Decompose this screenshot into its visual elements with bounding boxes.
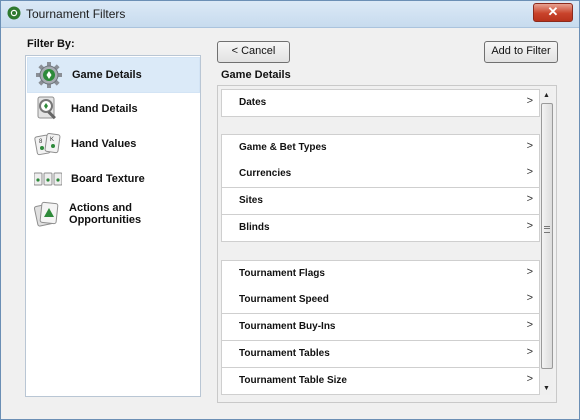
option-label: Blinds xyxy=(239,222,270,233)
option-tournament-speed[interactable]: Tournament Speed > xyxy=(221,287,540,314)
category-label: Game Details xyxy=(72,69,142,81)
option-label: Tournament Table Size xyxy=(239,375,347,386)
action-cards-icon xyxy=(33,200,61,228)
option-dates[interactable]: Dates > xyxy=(221,89,540,117)
option-label: Sites xyxy=(239,195,263,206)
category-label: Hand Details xyxy=(71,103,138,115)
chevron-right-icon: > xyxy=(526,346,533,358)
category-label: Hand Values xyxy=(71,138,137,150)
magnifier-card-icon xyxy=(33,95,63,123)
add-to-filter-button[interactable]: Add to Filter xyxy=(484,41,558,63)
chevron-right-icon: > xyxy=(526,373,533,385)
category-label: Actions and Opportunities xyxy=(69,202,142,226)
chevron-right-icon: > xyxy=(526,266,533,278)
scroll-thumb[interactable] xyxy=(541,103,553,369)
option-label: Game & Bet Types xyxy=(239,142,327,153)
scroll-down-arrow-icon[interactable]: ▼ xyxy=(540,382,553,395)
option-label: Tournament Tables xyxy=(239,348,330,359)
cancel-button[interactable]: < Cancel xyxy=(217,41,290,63)
close-button[interactable]: ✕ xyxy=(533,3,573,22)
filter-by-heading: Filter By: xyxy=(27,38,75,50)
category-board-texture[interactable]: Board Texture xyxy=(27,162,198,196)
option-label: Dates xyxy=(239,97,267,108)
poker-chip-icon xyxy=(7,6,21,20)
playing-cards-icon: 8 K xyxy=(33,130,63,158)
option-label: Tournament Flags xyxy=(239,268,325,279)
chevron-right-icon: > xyxy=(526,140,533,152)
chevron-right-icon: > xyxy=(526,220,533,232)
option-currencies[interactable]: Currencies > xyxy=(221,161,540,188)
option-tournament-flags[interactable]: Tournament Flags > xyxy=(221,260,540,288)
filter-category-list: Game Details Hand Details 8 K Hand Value… xyxy=(25,55,201,397)
board-cards-icon xyxy=(33,165,63,193)
section-title: Game Details xyxy=(221,69,291,81)
option-label: Currencies xyxy=(239,168,292,179)
chevron-right-icon: > xyxy=(526,319,533,331)
category-label: Board Texture xyxy=(71,173,145,185)
chevron-right-icon: > xyxy=(526,193,533,205)
svg-text:K: K xyxy=(50,137,54,143)
option-tournament-tables[interactable]: Tournament Tables > xyxy=(221,341,540,368)
category-game-details[interactable]: Game Details xyxy=(27,57,200,93)
titlebar[interactable]: Tournament Filters ✕ xyxy=(1,1,579,28)
option-label: Tournament Buy-Ins xyxy=(239,321,336,332)
option-label: Tournament Speed xyxy=(239,294,329,305)
chevron-right-icon: > xyxy=(526,166,533,178)
option-tournament-table-size[interactable]: Tournament Table Size > xyxy=(221,368,540,395)
gear-icon xyxy=(34,61,64,89)
category-actions-opportunities[interactable]: Actions and Opportunities xyxy=(27,197,198,231)
chevron-right-icon: > xyxy=(526,292,533,304)
option-sites[interactable]: Sites > xyxy=(221,188,540,215)
grip-icon xyxy=(544,226,550,233)
option-blinds[interactable]: Blinds > xyxy=(221,215,540,242)
chevron-right-icon: > xyxy=(526,95,533,107)
option-game-bet-types[interactable]: Game & Bet Types > xyxy=(221,134,540,162)
option-tournament-buy-ins[interactable]: Tournament Buy-Ins > xyxy=(221,314,540,341)
window-title: Tournament Filters xyxy=(26,7,126,21)
scroll-up-arrow-icon[interactable]: ▲ xyxy=(540,89,553,102)
category-hand-values[interactable]: 8 K Hand Values xyxy=(27,127,198,161)
category-hand-details[interactable]: Hand Details xyxy=(27,92,198,126)
vertical-scrollbar[interactable]: ▲ ▼ xyxy=(540,89,553,395)
